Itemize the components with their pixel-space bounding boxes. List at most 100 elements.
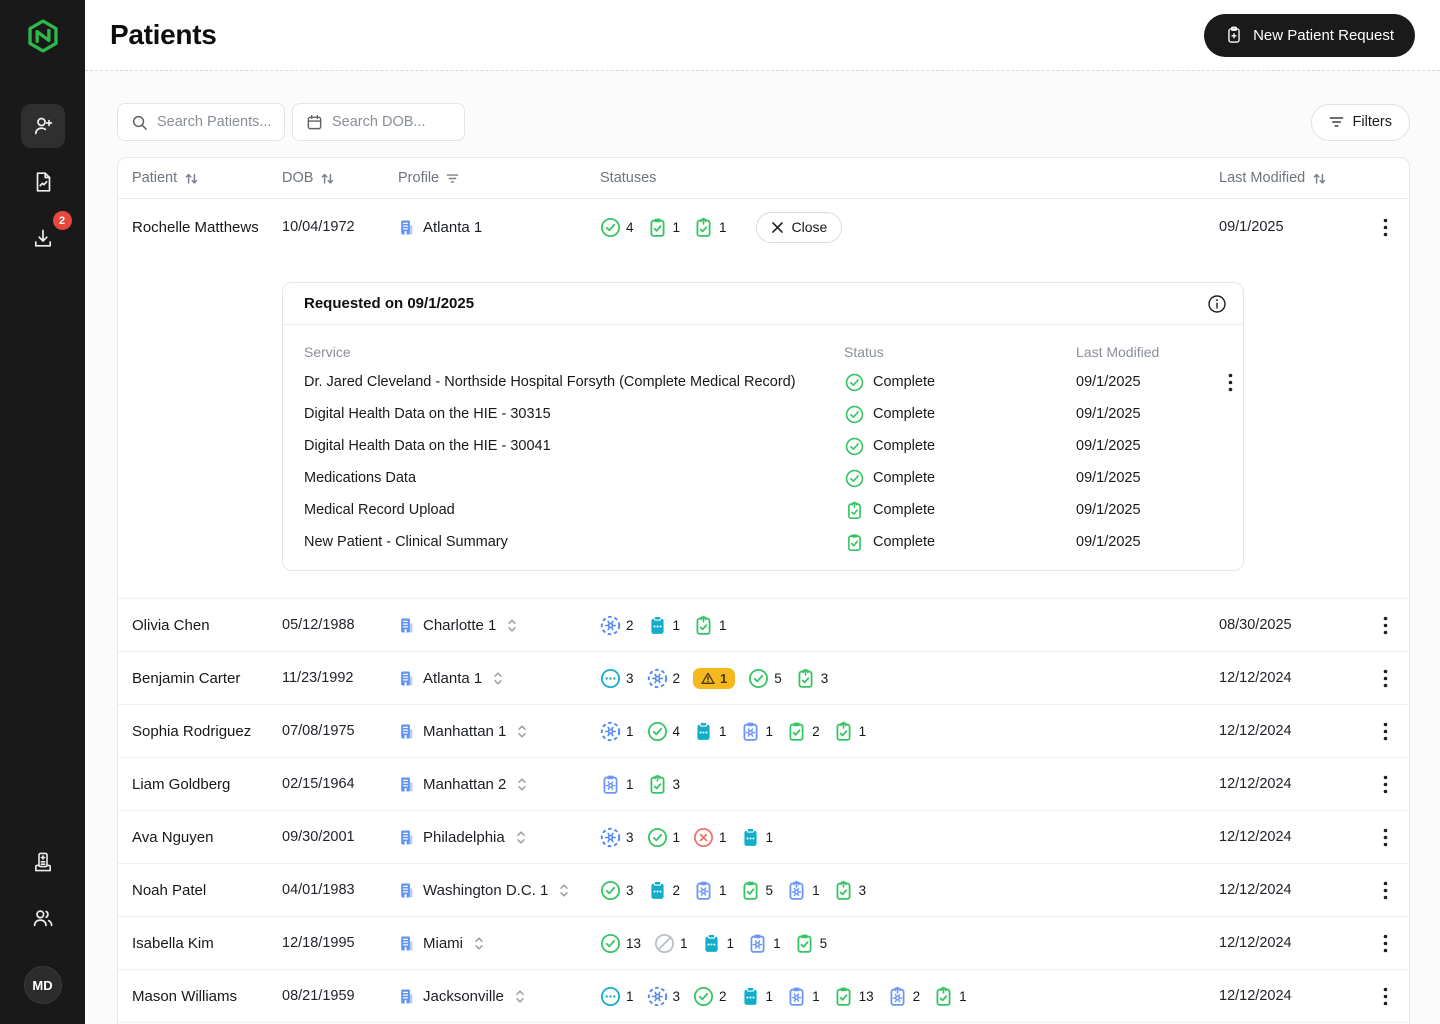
service-last-modified: 09/1/2025 — [1076, 374, 1215, 390]
circle-ellipsis-icon — [600, 668, 621, 689]
row-menu-button[interactable] — [1361, 930, 1409, 957]
clipboard-dots-icon — [693, 721, 714, 742]
status-count: 13 — [859, 989, 874, 1004]
status-count: 1 — [719, 830, 727, 845]
row-menu-button[interactable] — [1361, 612, 1409, 639]
building-icon — [398, 219, 415, 236]
circle-check-icon — [647, 827, 668, 848]
sidebar-item-team[interactable] — [21, 896, 65, 940]
profile-selector-icon[interactable] — [506, 618, 518, 633]
new-patient-request-button[interactable]: New Patient Request — [1204, 14, 1415, 57]
status-chip: 1 — [740, 986, 774, 1007]
clipboard-gear-icon — [786, 986, 807, 1007]
search-dob-input[interactable] — [332, 114, 454, 130]
row-menu-button[interactable] — [1361, 214, 1409, 241]
patient-row: Sophia Rodriguez 07/08/1975 Manhattan 1 … — [118, 705, 1409, 758]
status-count: 1 — [812, 989, 820, 1004]
profile-cell: Jacksonville — [398, 988, 600, 1005]
patient-row: Benjamin Carter 11/23/1992 Atlanta 1 321… — [118, 652, 1409, 705]
profile-selector-icon[interactable] — [516, 724, 528, 739]
profile-name: Manhattan 2 — [423, 776, 506, 793]
row-menu-button[interactable] — [1361, 718, 1409, 745]
sidebar-item-reports[interactable] — [21, 160, 65, 204]
row-menu-button[interactable] — [1361, 824, 1409, 851]
profile-selector-icon[interactable] — [514, 989, 526, 1004]
table-row[interactable]: Ava Nguyen 09/30/2001 Philadelphia 3111 … — [118, 811, 1409, 863]
clipboard-check-icon — [794, 933, 815, 954]
search-patients-box[interactable] — [117, 103, 285, 141]
profile-selector-icon[interactable] — [558, 883, 570, 898]
patient-name: Sophia Rodriguez — [132, 723, 282, 740]
clipboard-check-icon — [845, 532, 864, 551]
column-header-last-modified[interactable]: Last Modified — [1219, 170, 1361, 186]
column-header-patient[interactable]: Patient — [132, 170, 282, 186]
table-row[interactable]: Mason Williams 08/21/1959 Jacksonville 1… — [118, 970, 1409, 1022]
hospital-icon — [31, 850, 55, 874]
patient-name: Rochelle Matthews — [132, 219, 282, 236]
app-logo-icon[interactable] — [23, 16, 63, 56]
table-row[interactable]: Noah Patel 04/01/1983 Washington D.C. 1 … — [118, 864, 1409, 916]
table-row[interactable]: Rochelle Matthews 10/04/1972 Atlanta 1 4… — [118, 199, 1409, 255]
status-count: 1 — [959, 989, 967, 1004]
table-row[interactable]: Olivia Chen 05/12/1988 Charlotte 1 211 0… — [118, 599, 1409, 651]
search-patients-input[interactable] — [157, 114, 275, 130]
status-warning-badge: 1 — [693, 668, 735, 689]
last-modified: 12/12/2024 — [1219, 935, 1361, 951]
profile-selector-icon[interactable] — [492, 671, 504, 686]
column-header-dob[interactable]: DOB — [282, 170, 398, 186]
gear-dashed-icon — [647, 986, 668, 1007]
calendar-icon — [306, 114, 323, 131]
service-status: Complete — [844, 500, 1076, 521]
service-row: New Patient - Clinical Summary Complete … — [283, 526, 1243, 558]
row-menu-button[interactable] — [1361, 877, 1409, 904]
gear-dashed-icon — [647, 668, 668, 689]
service-row: Medical Record Upload Complete 09/1/2025 — [283, 494, 1243, 526]
status-chip: 3 — [600, 668, 634, 689]
sort-icon[interactable] — [1312, 171, 1327, 186]
clipboard-dots-icon — [701, 933, 722, 954]
circle-check-icon — [845, 436, 864, 455]
status-chip: 5 — [740, 880, 774, 901]
column-header-profile[interactable]: Profile — [398, 170, 600, 186]
status-count: 4 — [626, 220, 634, 235]
table-row[interactable]: Sophia Rodriguez 07/08/1975 Manhattan 1 … — [118, 705, 1409, 757]
patient-row: Noah Patel 04/01/1983 Washington D.C. 1 … — [118, 864, 1409, 917]
expanded-section: Requested on 09/1/2025 Service Status La… — [118, 255, 1409, 598]
row-menu-button[interactable] — [1361, 983, 1409, 1010]
profile-selector-icon[interactable] — [516, 777, 528, 792]
table-row[interactable]: Isabella Kim 12/18/1995 Miami 131115 12/… — [118, 917, 1409, 969]
table-row[interactable]: Benjamin Carter 11/23/1992 Atlanta 1 321… — [118, 652, 1409, 704]
patient-row: Olivia Chen 05/12/1988 Charlotte 1 211 0… — [118, 599, 1409, 652]
user-avatar[interactable]: MD — [24, 966, 62, 1004]
last-modified: 12/12/2024 — [1219, 776, 1361, 792]
profile-selector-icon[interactable] — [473, 936, 485, 951]
sidebar-bottom-nav — [21, 840, 65, 952]
row-menu-button[interactable] — [1361, 665, 1409, 692]
sidebar-item-add-patient[interactable] — [21, 104, 65, 148]
info-icon[interactable] — [1205, 292, 1229, 316]
status-chip: 1 — [740, 827, 774, 848]
status-count: 1 — [766, 989, 774, 1004]
clipboard-up-icon — [833, 880, 854, 901]
sort-icon[interactable] — [184, 171, 199, 186]
status-count: 1 — [719, 883, 727, 898]
row-menu-button[interactable] — [1361, 771, 1409, 798]
search-dob-box[interactable] — [292, 103, 465, 141]
clipboard-plus-icon — [1225, 26, 1243, 44]
status-count: 3 — [626, 671, 634, 686]
service-menu-button[interactable] — [1215, 369, 1245, 396]
status-count: 4 — [673, 724, 681, 739]
service-status: Complete — [844, 404, 1076, 425]
profile-cell: Atlanta 1 — [398, 219, 600, 236]
filters-button[interactable]: Filters — [1311, 104, 1410, 141]
request-panel: Requested on 09/1/2025 Service Status La… — [282, 282, 1244, 571]
sidebar-item-downloads[interactable]: 2 — [21, 216, 65, 260]
filter-icon[interactable] — [446, 173, 459, 184]
clipboard-up-icon — [693, 217, 714, 238]
table-row[interactable]: Liam Goldberg 02/15/1964 Manhattan 2 13 … — [118, 758, 1409, 810]
sidebar-item-facility[interactable] — [21, 840, 65, 884]
profile-name: Charlotte 1 — [423, 617, 496, 634]
close-expanded-button[interactable]: Close — [756, 212, 843, 243]
sort-icon[interactable] — [320, 171, 335, 186]
profile-selector-icon[interactable] — [515, 830, 527, 845]
